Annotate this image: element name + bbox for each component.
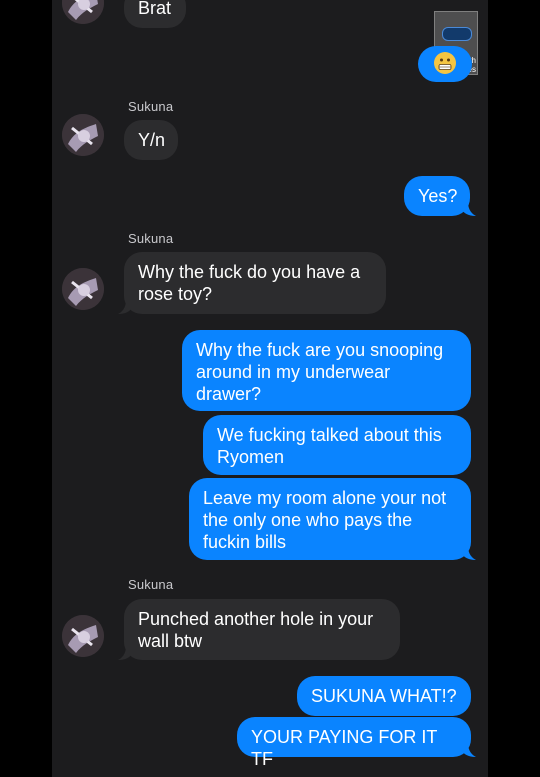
message-text: Why the fuck are you snooping around in … <box>196 340 444 404</box>
chat-screen[interactable]: Brat e with ChatTales Sukuna Y/n Yes? Su… <box>52 0 488 777</box>
message-bubble-incoming[interactable]: Why the fuck do you have a rose toy? <box>124 252 386 314</box>
message-bubble-incoming[interactable]: Punched another hole in your wall btw <box>124 599 400 660</box>
sender-name: Sukuna <box>128 99 174 114</box>
sender-name: Sukuna <box>128 577 174 592</box>
right-letterbox <box>488 0 540 777</box>
bubble-tail <box>462 743 476 757</box>
avatar[interactable] <box>62 615 104 657</box>
grimace-emoji-icon <box>434 52 456 74</box>
message-text: Yes? <box>418 186 458 206</box>
message-text: Why the fuck do you have a rose toy? <box>138 262 361 304</box>
message-bubble-outgoing[interactable]: Leave my room alone your not the only on… <box>189 478 471 560</box>
message-bubble-incoming[interactable]: Y/n <box>124 120 178 160</box>
avatar[interactable] <box>62 268 104 310</box>
avatar[interactable] <box>62 0 104 24</box>
message-bubble-outgoing[interactable]: SUKUNA WHAT!? <box>297 676 471 716</box>
message-text: Y/n <box>138 130 166 150</box>
message-bubble-outgoing[interactable]: YOUR PAYING FOR IT TF <box>237 717 471 769</box>
message-text: Brat <box>138 0 172 18</box>
sender-name: Sukuna <box>128 231 174 246</box>
message-bubble-outgoing[interactable]: Why the fuck are you snooping around in … <box>182 330 471 411</box>
bubble-tail <box>118 646 132 660</box>
avatar[interactable] <box>62 114 104 156</box>
message-text: Leave my room alone your not the only on… <box>203 488 447 552</box>
bubble-tail <box>462 546 476 560</box>
message-text: SUKUNA WHAT!? <box>311 686 457 706</box>
message-bubble-outgoing[interactable]: Yes? <box>404 176 470 216</box>
message-text: We fucking talked about this Ryomen <box>217 425 442 467</box>
message-text: YOUR PAYING FOR IT TF <box>251 727 438 769</box>
bubble-tail <box>462 202 476 216</box>
left-letterbox <box>0 0 52 777</box>
message-bubble-incoming[interactable]: Brat <box>124 0 186 28</box>
bubble-tail <box>118 300 132 314</box>
message-bubble-outgoing[interactable]: We fucking talked about this Ryomen <box>203 415 471 475</box>
message-text: Punched another hole in your wall btw <box>138 609 374 651</box>
watermark-logo-icon <box>442 27 472 41</box>
